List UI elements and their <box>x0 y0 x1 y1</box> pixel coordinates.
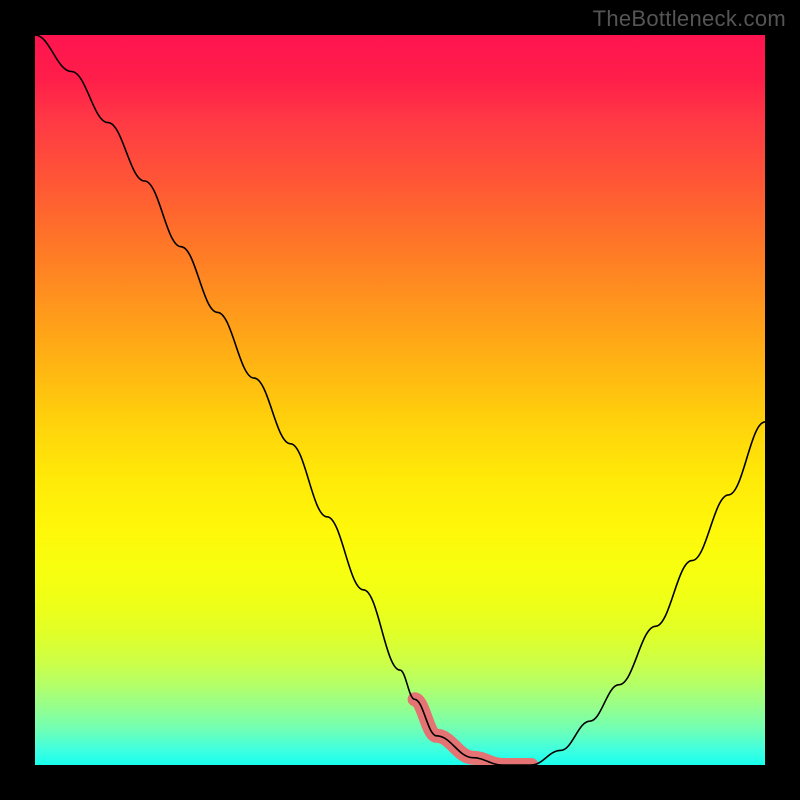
chart-plot-area <box>35 35 765 765</box>
watermark-text: TheBottleneck.com <box>593 6 786 32</box>
bottleneck-curve <box>35 35 765 765</box>
chart-svg <box>35 35 765 765</box>
